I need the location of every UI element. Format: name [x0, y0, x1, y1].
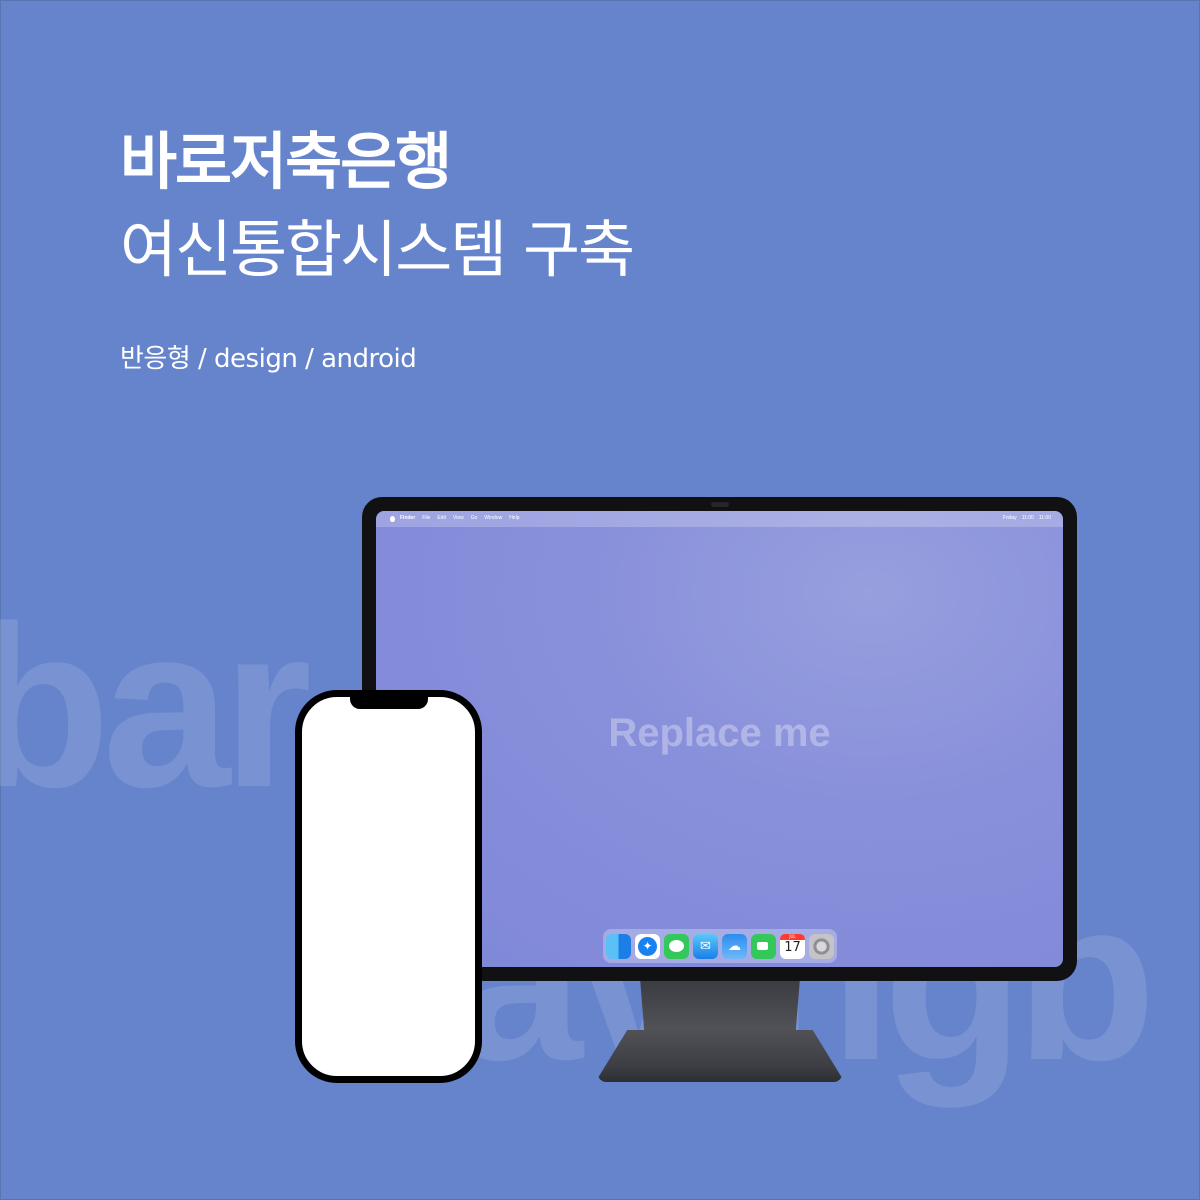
settings-icon[interactable]: [809, 933, 834, 959]
menu-item-help[interactable]: Help: [509, 515, 519, 521]
menu-items: Finder File Edit View Go Window Help: [400, 515, 519, 521]
background-word-1: bar: [0, 578, 312, 835]
safari-icon[interactable]: ✦: [635, 933, 660, 959]
phone-mockup: [295, 690, 482, 1083]
headline-subtitle: 여신통합시스템 구축: [120, 213, 635, 286]
camera-icon: [711, 502, 729, 507]
clock-day: Friday: [1002, 515, 1017, 521]
menu-app-name[interactable]: Finder: [400, 515, 415, 521]
menu-item-file[interactable]: File: [422, 515, 430, 521]
calendar-day: 17: [784, 939, 801, 955]
clock-time-1: 11:00: [1021, 515, 1034, 521]
menu-item-edit[interactable]: Edit: [437, 515, 446, 521]
monitor-stand-base: [598, 1030, 842, 1082]
menu-item-window[interactable]: Window: [484, 515, 502, 521]
phone-notch: [350, 696, 428, 709]
apple-icon[interactable]: [390, 516, 395, 522]
menu-item-go[interactable]: Go: [471, 515, 478, 521]
project-tags: 반응형 / design / android: [120, 344, 417, 374]
menu-bar: Finder File Edit View Go Window Help Fri…: [376, 511, 1063, 527]
mail-icon[interactable]: ✉: [693, 933, 718, 959]
dock: ✦ ✉ ☁ JUL 17: [603, 929, 837, 963]
menu-item-view[interactable]: View: [453, 515, 464, 521]
headline-title: 바로저축은행: [120, 125, 452, 198]
calendar-icon[interactable]: JUL 17: [780, 933, 805, 959]
messages-icon[interactable]: [664, 933, 689, 959]
menu-clock: Friday 11:00 11:00: [1003, 515, 1051, 521]
monitor-stand-neck: [640, 978, 800, 1038]
weather-icon[interactable]: ☁: [722, 933, 747, 959]
finder-icon[interactable]: [606, 933, 631, 959]
clock-time-2: 11:00: [1038, 515, 1051, 521]
facetime-icon[interactable]: [751, 933, 776, 959]
